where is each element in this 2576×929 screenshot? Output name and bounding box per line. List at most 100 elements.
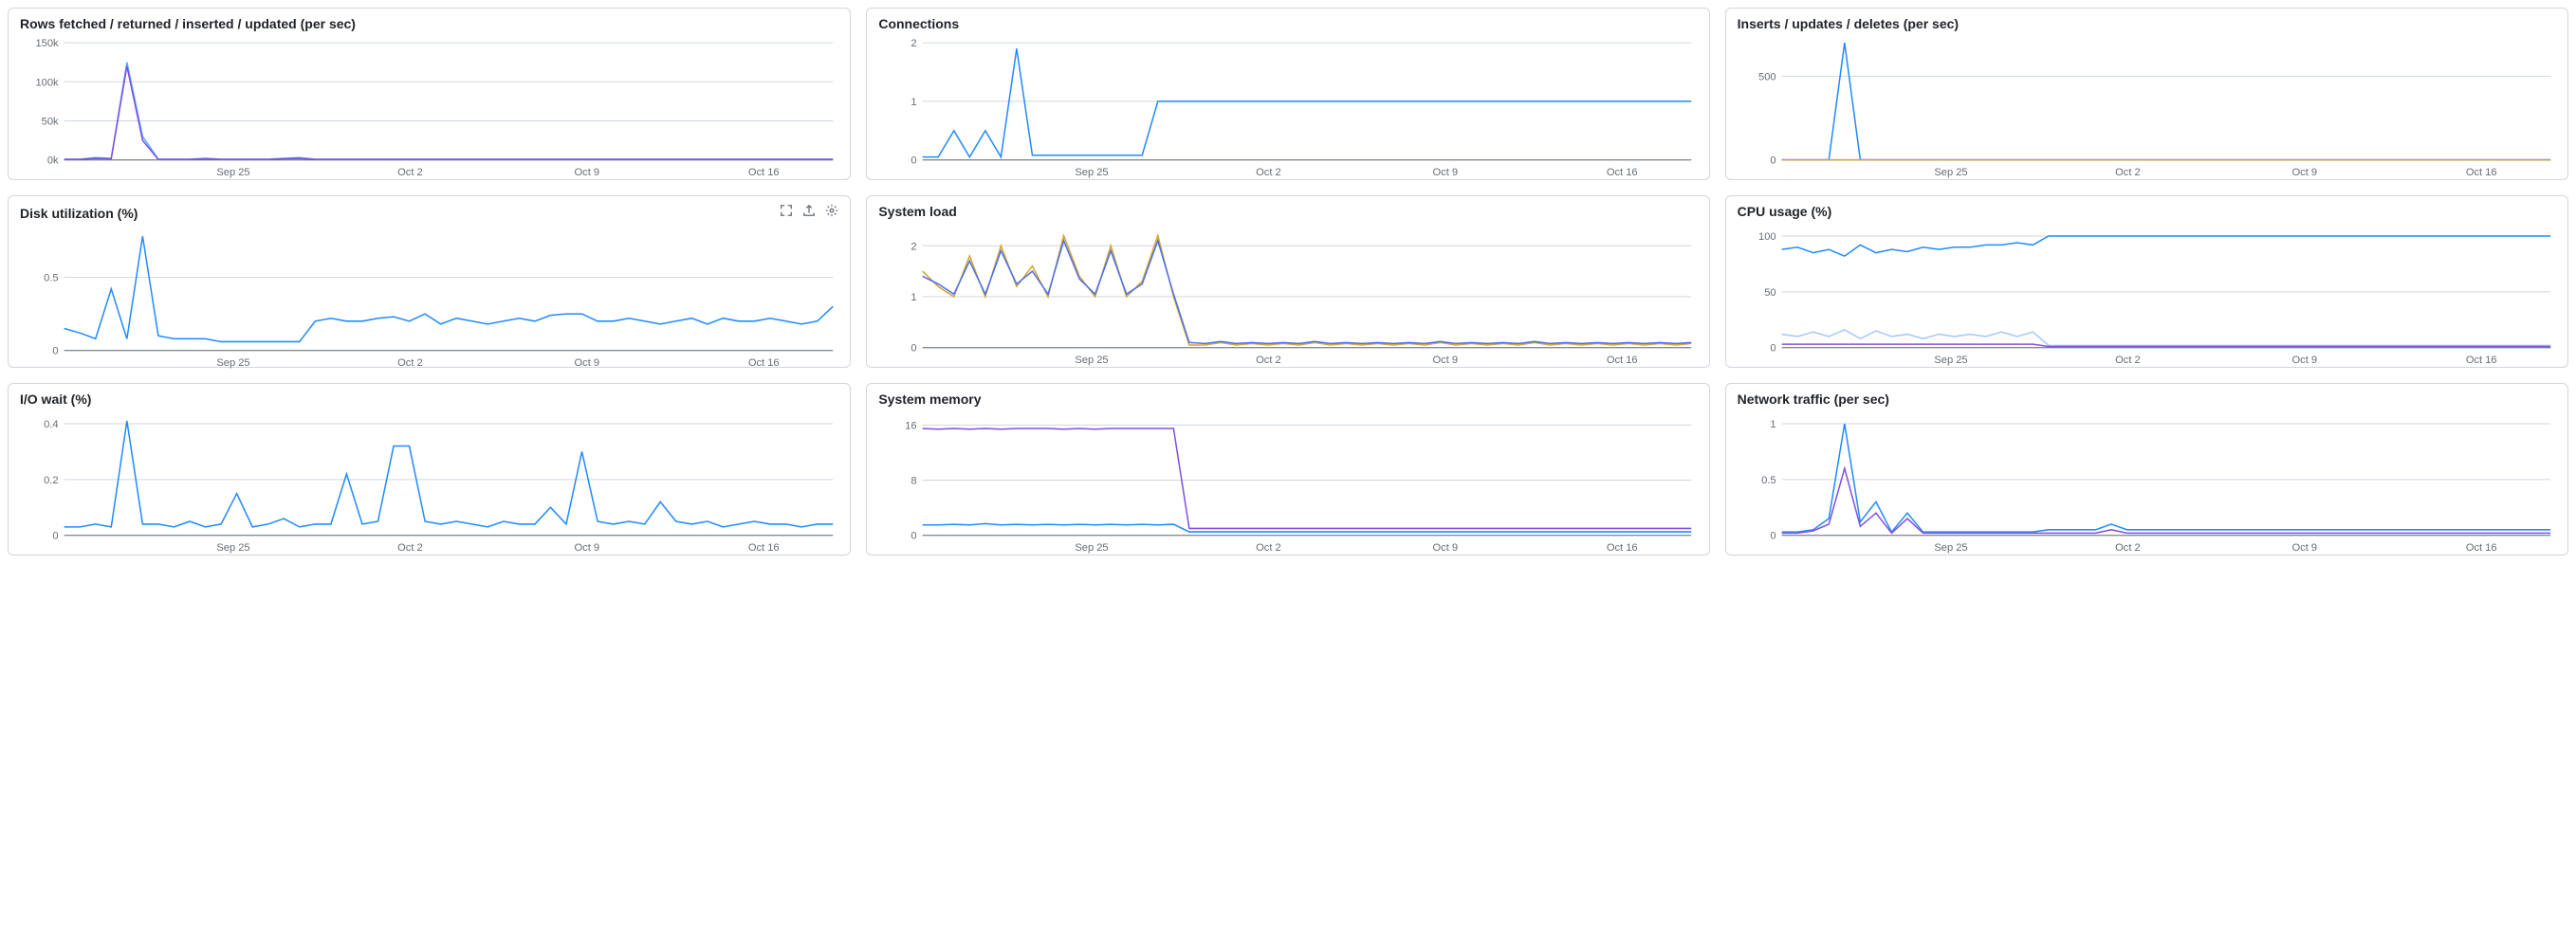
panel-title: Rows fetched / returned / inserted / upd… xyxy=(20,16,356,31)
svg-text:0: 0 xyxy=(52,531,58,542)
svg-text:Sep 25: Sep 25 xyxy=(1076,355,1109,366)
panel-header: Connections xyxy=(867,9,1708,31)
panel-inserts: Inserts / updates / deletes (per sec) 0 50… xyxy=(1725,8,2568,180)
panel-header: Rows fetched / returned / inserted / upd… xyxy=(9,9,850,31)
panel-header: Disk utilization (%) xyxy=(9,196,850,222)
svg-text:0: 0 xyxy=(52,346,58,357)
svg-text:Oct 16: Oct 16 xyxy=(1607,542,1638,554)
svg-text:Oct 2: Oct 2 xyxy=(1256,355,1281,366)
svg-text:0k: 0k xyxy=(47,155,59,167)
svg-text:1: 1 xyxy=(911,292,917,303)
svg-text:0.4: 0.4 xyxy=(44,419,58,430)
panel-title: System memory xyxy=(878,392,981,407)
panel-iowait: I/O wait (%)00.20.4Sep 25Oct 2Oct 9Oct 1… xyxy=(8,383,851,556)
panel-sysload: System load 0 1 2 Sep 25 Oct 2 Oct 9 Oct 16 xyxy=(866,195,1709,368)
panel-connections: Connections012Sep 25Oct 2Oct 9Oct 16 xyxy=(866,8,1709,180)
svg-text:Oct 2: Oct 2 xyxy=(397,357,423,369)
svg-text:100: 100 xyxy=(1758,231,1776,243)
svg-text:150k: 150k xyxy=(35,38,59,49)
panel-actions xyxy=(780,204,838,222)
chart-sysload[interactable]: 0 1 2 Sep 25 Oct 2 Oct 9 Oct 16 xyxy=(867,219,1708,371)
svg-text:50: 50 xyxy=(1764,287,1776,299)
chart-connections[interactable]: 012Sep 25Oct 2Oct 9Oct 16 xyxy=(867,31,1708,183)
expand-icon[interactable] xyxy=(780,204,793,222)
panel-rows: Rows fetched / returned / inserted / upd… xyxy=(8,8,851,180)
panel-sysmem: System memory 0 8 16 Sep 25 Oct 2 Oct 9 Oct 16 xyxy=(866,383,1709,556)
svg-text:Sep 25: Sep 25 xyxy=(1076,167,1109,178)
settings-icon[interactable] xyxy=(825,204,838,222)
chart-sysmem[interactable]: 0 8 16 Sep 25 Oct 2 Oct 9 Oct 16 xyxy=(867,407,1708,558)
svg-text:0: 0 xyxy=(911,531,917,542)
svg-text:0.5: 0.5 xyxy=(1761,475,1776,486)
panel-header: System load xyxy=(867,196,1708,219)
svg-text:Oct 9: Oct 9 xyxy=(2291,355,2317,366)
svg-text:Oct 9: Oct 9 xyxy=(1433,542,1459,554)
panel-header: System memory xyxy=(867,384,1708,407)
svg-text:Oct 2: Oct 2 xyxy=(1256,542,1281,554)
svg-text:8: 8 xyxy=(911,476,917,487)
svg-text:Sep 25: Sep 25 xyxy=(216,357,249,369)
svg-text:Oct 9: Oct 9 xyxy=(575,542,600,554)
svg-text:Oct 16: Oct 16 xyxy=(748,542,780,554)
panel-title: CPU usage (%) xyxy=(1738,204,1832,219)
svg-text:Oct 16: Oct 16 xyxy=(2466,167,2497,178)
panel-title: Connections xyxy=(878,16,959,31)
svg-text:0: 0 xyxy=(1770,531,1776,542)
chart-cpu[interactable]: 0 50 100 Sep 25 Oct 2 Oct 9 Oct 16 xyxy=(1726,219,2567,371)
svg-text:50k: 50k xyxy=(42,117,59,128)
panel-header: I/O wait (%) xyxy=(9,384,850,407)
svg-text:1: 1 xyxy=(911,97,917,108)
svg-text:Oct 2: Oct 2 xyxy=(2115,542,2141,554)
svg-text:100k: 100k xyxy=(35,77,59,88)
chart-rows[interactable]: 0k 50k 100k 150k Sep 25 Oct 2 Oct 9 Oct 16 xyxy=(9,31,850,183)
svg-text:0.5: 0.5 xyxy=(44,273,58,284)
svg-text:Sep 25: Sep 25 xyxy=(216,542,249,554)
svg-text:500: 500 xyxy=(1758,71,1776,82)
panel-network: Network traffic (per sec) 0 0.5 1 Sep 25 Oct … xyxy=(1725,383,2568,556)
svg-text:2: 2 xyxy=(911,38,917,49)
svg-text:0: 0 xyxy=(1770,343,1776,355)
svg-text:Sep 25: Sep 25 xyxy=(1934,167,1967,178)
svg-text:Oct 2: Oct 2 xyxy=(397,167,423,178)
svg-text:Oct 9: Oct 9 xyxy=(1433,355,1459,366)
svg-text:Oct 9: Oct 9 xyxy=(1433,167,1459,178)
svg-text:Oct 9: Oct 9 xyxy=(2291,167,2317,178)
svg-text:Oct 16: Oct 16 xyxy=(2466,355,2497,366)
panel-header: Inserts / updates / deletes (per sec) xyxy=(1726,9,2567,31)
chart-disk[interactable]: 0 0.5 Sep 25 Oct 2 Oct 9 Oct 16 xyxy=(9,222,850,373)
svg-text:Sep 25: Sep 25 xyxy=(1934,542,1967,554)
panel-disk: Disk utilization (%) 0 0.5 Sep 25 Oct 2 Oct 9… xyxy=(8,195,851,368)
panel-title: Network traffic (per sec) xyxy=(1738,392,1889,407)
svg-text:2: 2 xyxy=(911,241,917,252)
svg-text:1: 1 xyxy=(1770,419,1776,430)
panel-title: Disk utilization (%) xyxy=(20,206,138,221)
svg-text:Oct 2: Oct 2 xyxy=(2115,167,2141,178)
svg-text:0: 0 xyxy=(911,343,917,355)
svg-text:Oct 16: Oct 16 xyxy=(2466,542,2497,554)
svg-text:Oct 2: Oct 2 xyxy=(1256,167,1281,178)
svg-text:Oct 9: Oct 9 xyxy=(575,167,600,178)
export-icon[interactable] xyxy=(802,204,816,222)
panel-title: Inserts / updates / deletes (per sec) xyxy=(1738,16,1959,31)
svg-text:Sep 25: Sep 25 xyxy=(216,167,249,178)
svg-text:16: 16 xyxy=(906,420,917,431)
chart-network[interactable]: 0 0.5 1 Sep 25 Oct 2 Oct 9 Oct 16 xyxy=(1726,407,2567,558)
svg-text:Oct 9: Oct 9 xyxy=(2291,542,2317,554)
panel-title: I/O wait (%) xyxy=(20,392,91,407)
svg-text:0: 0 xyxy=(1770,155,1776,167)
svg-text:Oct 9: Oct 9 xyxy=(575,357,600,369)
svg-text:Oct 16: Oct 16 xyxy=(748,357,780,369)
chart-iowait[interactable]: 00.20.4Sep 25Oct 2Oct 9Oct 16 xyxy=(9,407,850,558)
panel-header: Network traffic (per sec) xyxy=(1726,384,2567,407)
panel-title: System load xyxy=(878,204,956,219)
dashboard-grid: Rows fetched / returned / inserted / upd… xyxy=(0,0,2576,563)
svg-text:Sep 25: Sep 25 xyxy=(1934,355,1967,366)
panel-header: CPU usage (%) xyxy=(1726,196,2567,219)
svg-text:Oct 16: Oct 16 xyxy=(1607,167,1638,178)
svg-text:Oct 2: Oct 2 xyxy=(2115,355,2141,366)
svg-text:Sep 25: Sep 25 xyxy=(1076,542,1109,554)
chart-inserts[interactable]: 0 500 Sep 25 Oct 2 Oct 9 Oct 16 xyxy=(1726,31,2567,183)
svg-text:Oct 16: Oct 16 xyxy=(748,167,780,178)
svg-text:Oct 2: Oct 2 xyxy=(397,542,423,554)
svg-text:Oct 16: Oct 16 xyxy=(1607,355,1638,366)
